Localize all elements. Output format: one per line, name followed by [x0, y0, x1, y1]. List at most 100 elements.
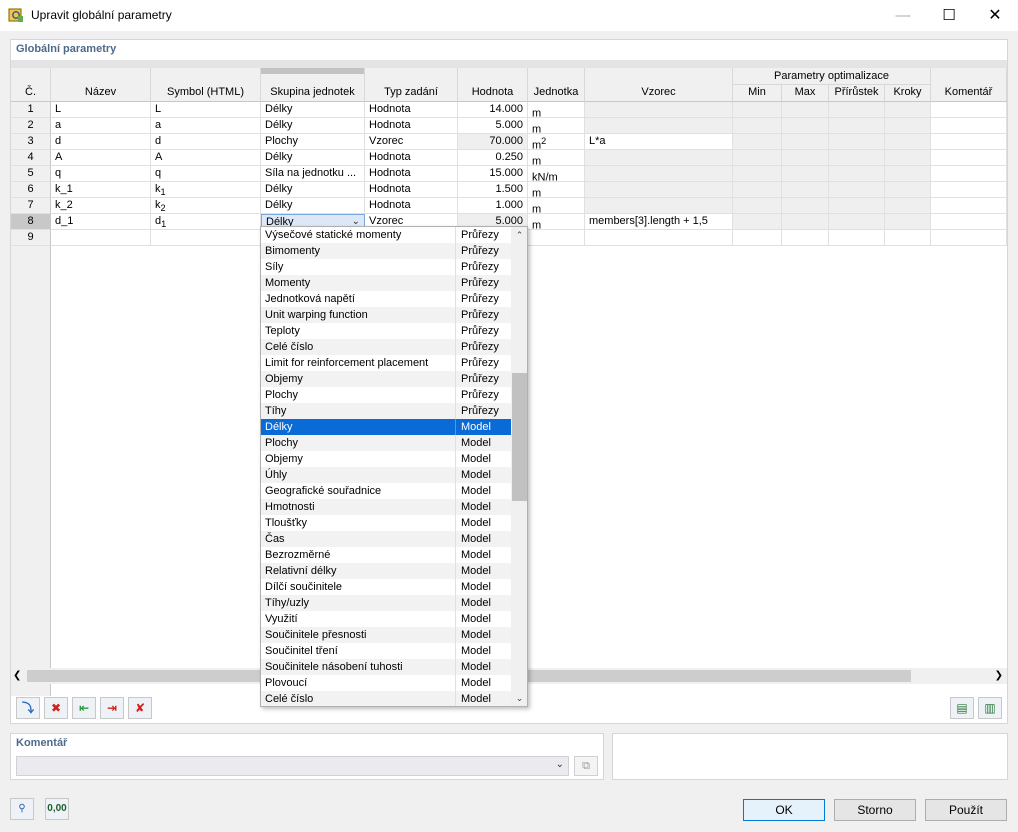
input-type-cell[interactable]: Hodnota: [365, 166, 458, 182]
dropdown-item[interactable]: Tíhy/uzly Model: [261, 595, 511, 611]
move-right-icon[interactable]: ⇥: [100, 697, 124, 719]
scroll-right-icon[interactable]: ❯: [995, 668, 1003, 684]
dropdown-item[interactable]: Momenty Průřezy: [261, 275, 511, 291]
name-cell[interactable]: k_2: [51, 198, 151, 214]
unit-group-cell[interactable]: Délky: [261, 150, 365, 166]
increment-cell[interactable]: [829, 166, 885, 182]
minimize-button[interactable]: —: [880, 0, 926, 31]
steps-cell[interactable]: [885, 182, 931, 198]
help-icon[interactable]: ⚲: [10, 798, 34, 820]
dropdown-item[interactable]: Jednotková napětí Průřezy: [261, 291, 511, 307]
table-row[interactable]: 3 d d Plochy Vzorec 70.000 m2 L*a: [11, 134, 1007, 150]
dropdown-item[interactable]: Využití Model: [261, 611, 511, 627]
formula-cell[interactable]: members[3].length + 1,5: [585, 214, 733, 230]
header-steps[interactable]: Kroky: [885, 85, 931, 102]
max-cell[interactable]: [782, 118, 829, 134]
header-name[interactable]: Název: [51, 68, 151, 102]
row-number[interactable]: 4: [11, 150, 51, 166]
dropdown-item[interactable]: Součinitele násobení tuhosti Model: [261, 659, 511, 675]
dropdown-item[interactable]: Relativní délky Model: [261, 563, 511, 579]
symbol-cell[interactable]: q: [151, 166, 261, 182]
increment-cell[interactable]: [829, 182, 885, 198]
comment-cell[interactable]: [931, 182, 1007, 198]
value-cell[interactable]: 0.250: [458, 150, 528, 166]
dropdown-item[interactable]: Síly Průřezy: [261, 259, 511, 275]
insert-row-icon[interactable]: ⤵: [16, 697, 40, 719]
table-row[interactable]: 2 a a Délky Hodnota 5.000 m: [11, 118, 1007, 134]
max-cell[interactable]: [782, 150, 829, 166]
row-number[interactable]: 6: [11, 182, 51, 198]
header-increment[interactable]: Přírůstek: [829, 85, 885, 102]
unit-cell[interactable]: m: [528, 198, 585, 214]
comment-cell[interactable]: [931, 230, 1007, 246]
apply-button[interactable]: Použít: [925, 799, 1007, 821]
increment-cell[interactable]: [829, 214, 885, 230]
dropdown-item[interactable]: Unit warping function Průřezy: [261, 307, 511, 323]
dropdown-scrollbar[interactable]: ⌃ ⌄: [511, 227, 527, 706]
steps-cell[interactable]: [885, 198, 931, 214]
dropdown-item[interactable]: Tíhy Průřezy: [261, 403, 511, 419]
steps-cell[interactable]: [885, 214, 931, 230]
row-number[interactable]: 8: [11, 214, 51, 230]
name-cell[interactable]: d_1: [51, 214, 151, 230]
dropdown-item[interactable]: Bimomenty Průřezy: [261, 243, 511, 259]
dropdown-item[interactable]: Bezrozměrné Model: [261, 547, 511, 563]
max-cell[interactable]: [782, 198, 829, 214]
unit-cell[interactable]: [528, 230, 585, 246]
formula-cell[interactable]: [585, 102, 733, 118]
table-row[interactable]: 6 k_1 k1 Délky Hodnota 1.500 m: [11, 182, 1007, 198]
maximize-button[interactable]: ☐: [926, 0, 972, 31]
comment-cell[interactable]: [931, 150, 1007, 166]
comment-cell[interactable]: [931, 102, 1007, 118]
export-icon[interactable]: ▤: [950, 697, 974, 719]
header-min[interactable]: Min: [733, 85, 782, 102]
formula-cell[interactable]: [585, 166, 733, 182]
value-cell[interactable]: 1.500: [458, 182, 528, 198]
name-cell[interactable]: A: [51, 150, 151, 166]
table-row[interactable]: 4 A A Délky Hodnota 0.250 m: [11, 150, 1007, 166]
input-type-cell[interactable]: Hodnota: [365, 118, 458, 134]
name-cell[interactable]: d: [51, 134, 151, 150]
input-type-cell[interactable]: Hodnota: [365, 102, 458, 118]
unit-cell[interactable]: m: [528, 182, 585, 198]
steps-cell[interactable]: [885, 150, 931, 166]
delete-row-icon[interactable]: ✖: [44, 697, 68, 719]
dropdown-item[interactable]: Součinitele přesnosti Model: [261, 627, 511, 643]
min-cell[interactable]: [733, 102, 782, 118]
table-row[interactable]: 1 L L Délky Hodnota 14.000 m: [11, 102, 1007, 118]
header-unit-group[interactable]: Skupina jednotek: [261, 68, 365, 102]
name-cell[interactable]: a: [51, 118, 151, 134]
dropdown-item[interactable]: Dílčí součinitele Model: [261, 579, 511, 595]
increment-cell[interactable]: [829, 118, 885, 134]
min-cell[interactable]: [733, 150, 782, 166]
row-number[interactable]: 9: [11, 230, 51, 246]
input-type-cell[interactable]: Hodnota: [365, 198, 458, 214]
dropdown-item-selected[interactable]: Délky Model: [261, 419, 511, 435]
input-type-cell[interactable]: Vzorec: [365, 134, 458, 150]
max-cell[interactable]: [782, 214, 829, 230]
unit-cell[interactable]: m: [528, 150, 585, 166]
dropdown-item[interactable]: Objemy Model: [261, 451, 511, 467]
symbol-cell[interactable]: k2: [151, 198, 261, 214]
units-icon[interactable]: 0,00: [45, 798, 69, 820]
import-icon[interactable]: ▥: [978, 697, 1002, 719]
increment-cell[interactable]: [829, 150, 885, 166]
dropdown-item[interactable]: Hmotnosti Model: [261, 499, 511, 515]
header-no[interactable]: Č.: [11, 68, 51, 102]
dropdown-item[interactable]: Součinitel tření Model: [261, 643, 511, 659]
header-input-type[interactable]: Typ zadání: [365, 68, 458, 102]
scroll-up-icon[interactable]: ⌃: [511, 227, 527, 243]
move-left-icon[interactable]: ⇤: [72, 697, 96, 719]
value-cell[interactable]: 14.000: [458, 102, 528, 118]
unit-cell[interactable]: m2: [528, 134, 585, 150]
comment-cell[interactable]: [931, 198, 1007, 214]
unit-group-cell[interactable]: Délky: [261, 118, 365, 134]
unit-group-cell[interactable]: Síla na jednotku ...: [261, 166, 365, 182]
row-number[interactable]: 5: [11, 166, 51, 182]
max-cell[interactable]: [782, 182, 829, 198]
increment-cell[interactable]: [829, 134, 885, 150]
dropdown-item[interactable]: Plochy Průřezy: [261, 387, 511, 403]
name-cell[interactable]: L: [51, 102, 151, 118]
formula-cell[interactable]: [585, 198, 733, 214]
min-cell[interactable]: [733, 118, 782, 134]
